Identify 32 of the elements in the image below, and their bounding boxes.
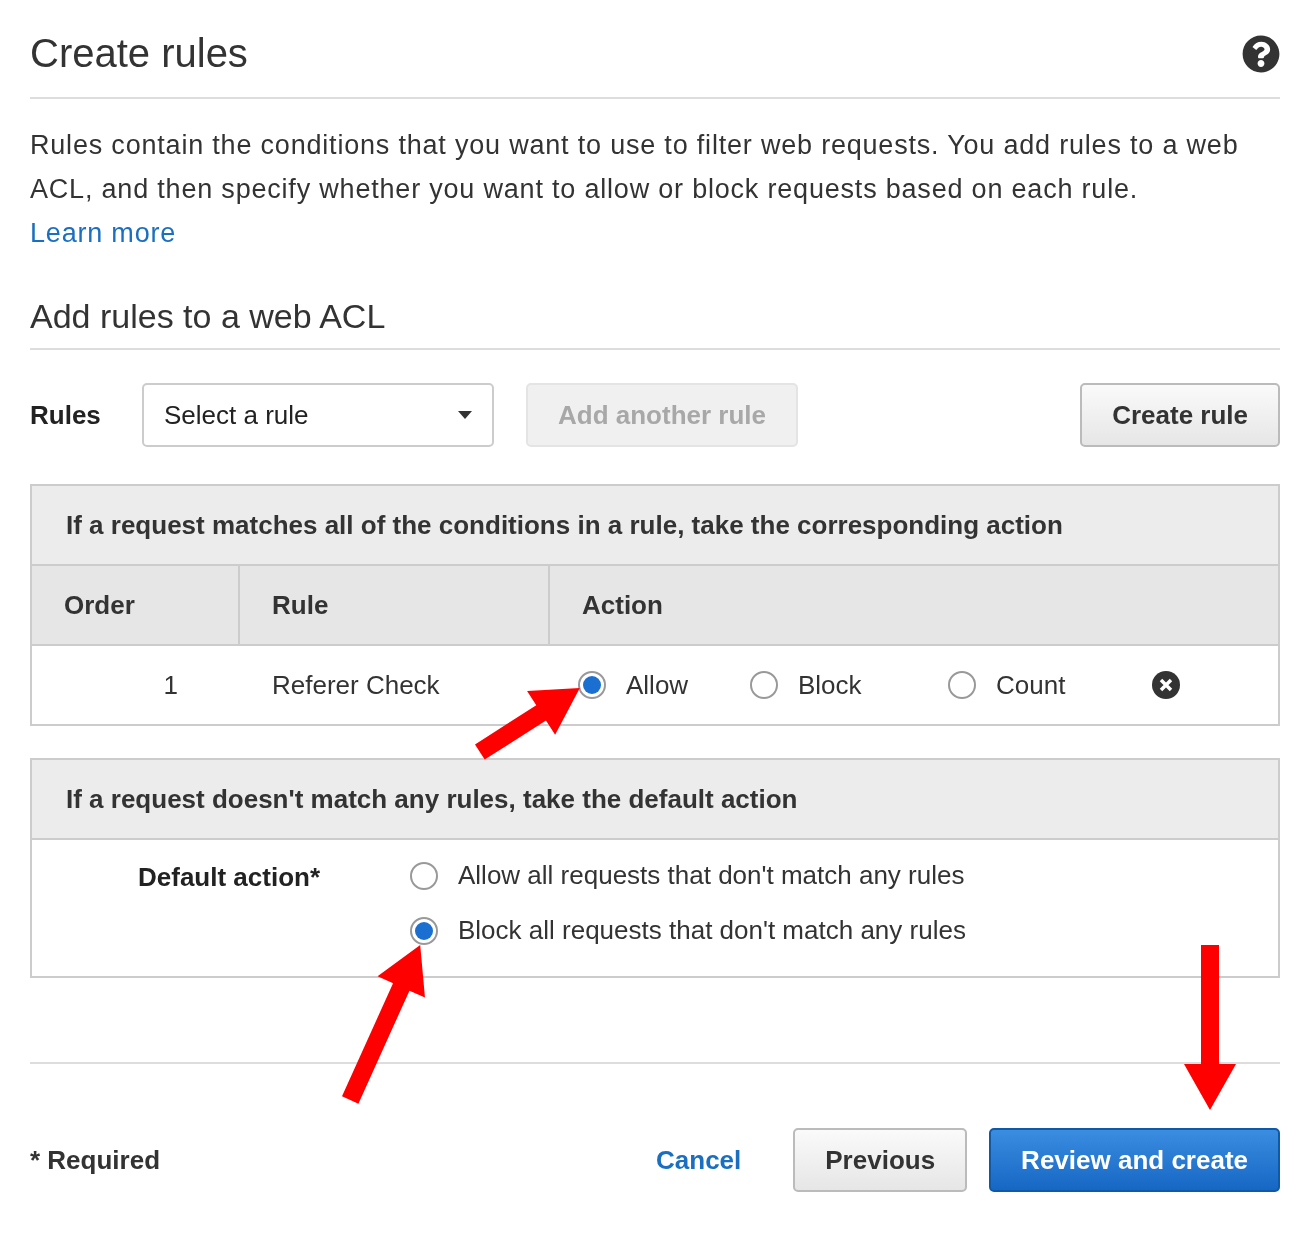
radio-option[interactable]: Block — [750, 669, 948, 701]
radio-button[interactable] — [948, 671, 976, 699]
help-icon[interactable] — [1242, 34, 1280, 73]
radio-option[interactable]: Allow — [578, 669, 750, 701]
radio-button[interactable] — [410, 916, 438, 945]
radio-button[interactable] — [410, 861, 438, 890]
radio-option[interactable]: Count — [948, 669, 1146, 701]
radio-option[interactable]: Allow all requests that don't match any rules — [410, 860, 966, 891]
table-cell-text: Referer Check — [271, 668, 441, 702]
section-title: Add rules to a web ACL — [30, 297, 1280, 350]
previous-button[interactable]: Previous — [793, 1128, 968, 1192]
required-note: * Required — [30, 1144, 161, 1176]
rules-label: Rules — [30, 399, 102, 431]
rule-select[interactable]: Select a rule — [142, 383, 494, 447]
panel-caption: If a request doesn't match any rules, take the default action — [32, 760, 1278, 840]
radio-button[interactable] — [578, 671, 606, 699]
remove-icon[interactable] — [1152, 671, 1180, 699]
learn-more-link[interactable]: Learn more — [30, 218, 177, 248]
radio-button[interactable] — [750, 671, 778, 699]
table-cell-text: 1 — [162, 668, 179, 702]
table-caption: If a request matches all of the conditions in a rule, take the corresponding action — [32, 486, 1278, 566]
caret-icon — [458, 411, 472, 419]
review-create-button[interactable]: Review and create — [989, 1128, 1280, 1192]
page-title: Create rules — [30, 31, 248, 76]
create-rule-button[interactable]: Create rule — [1080, 383, 1280, 447]
cancel-link[interactable]: Cancel — [656, 1144, 742, 1176]
intro-text: Rules contain the conditions that you want to use to filter web requests. You add rules to a web ACL, and then specify whether you want to allow or block requests based on each rule. Learn more — [30, 129, 1240, 250]
column-header: Order — [32, 566, 240, 646]
column-header: Action — [550, 566, 1278, 646]
default-action-label: Default action* — [138, 861, 322, 894]
radio-option[interactable]: Block all requests that don't match any rules — [410, 915, 966, 946]
column-header: Rule — [240, 566, 550, 646]
